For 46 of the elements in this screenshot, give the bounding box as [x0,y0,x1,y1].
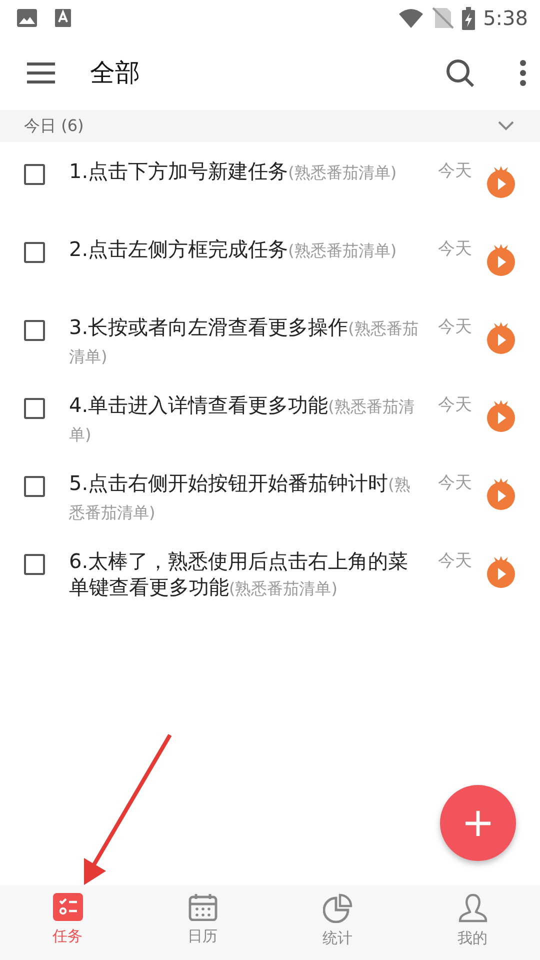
tomato-play-icon[interactable] [486,244,516,276]
due-date: 今天 [438,160,472,183]
task-title: 6.太棒了，熟悉使用后点击右上角的菜单键查看更多功能(熟悉番茄清单) [69,548,410,601]
clock-time: 5:38 [483,5,528,32]
task-title: 5.点击右侧开始按钮开始番茄钟计时(熟悉番茄清单) [69,470,412,524]
section-header[interactable]: 今日 (6) [0,110,540,142]
checkbox[interactable] [24,320,45,341]
checkbox[interactable] [24,554,45,575]
section-label: 今日 (6) [24,115,85,137]
task-title: 4.单击进入详情查看更多功能(熟悉番茄清单) [69,392,416,446]
image-icon [16,8,38,28]
tomato-play-icon[interactable] [486,166,516,198]
task-title: 3.长按或者向左滑查看更多操作(熟悉番茄清单) [69,314,420,368]
checkbox[interactable] [24,476,45,497]
text-icon [54,8,72,28]
nav-tab[interactable]: 我的 [405,885,540,960]
menu-icon[interactable] [26,61,56,85]
person-icon [458,893,488,923]
task-title: 2.点击左侧方框完成任务(熟悉番茄清单) [69,236,398,263]
nav-tab[interactable]: 统计 [270,885,405,960]
pie-chart-icon [322,893,352,923]
due-date: 今天 [438,316,472,339]
tomato-play-icon[interactable] [486,556,516,588]
calendar-icon [188,893,218,921]
more-icon[interactable] [520,60,526,86]
battery-icon [462,6,476,30]
page-title: 全部 [90,57,141,90]
nav-tab[interactable]: 任务 [0,885,135,960]
chevron-down-icon[interactable] [498,121,514,131]
tomato-play-icon[interactable] [486,478,516,510]
due-date: 今天 [438,472,472,495]
due-date: 今天 [438,238,472,261]
nav-tab[interactable]: 日历 [135,885,270,960]
search-icon[interactable] [446,59,474,87]
add-button[interactable]: + [440,785,516,861]
due-date: 今天 [438,394,472,417]
checkbox[interactable] [24,242,45,263]
tomato-play-icon[interactable] [486,400,516,432]
task-title: 1.点击下方加号新建任务(熟悉番茄清单) [69,158,398,185]
wifi-icon [398,7,424,29]
tomato-play-icon[interactable] [486,322,516,354]
due-date: 今天 [438,550,472,573]
checkbox[interactable] [24,164,45,185]
no-sim-icon [432,7,454,29]
checklist-icon [52,893,82,921]
checkbox[interactable] [24,398,45,419]
